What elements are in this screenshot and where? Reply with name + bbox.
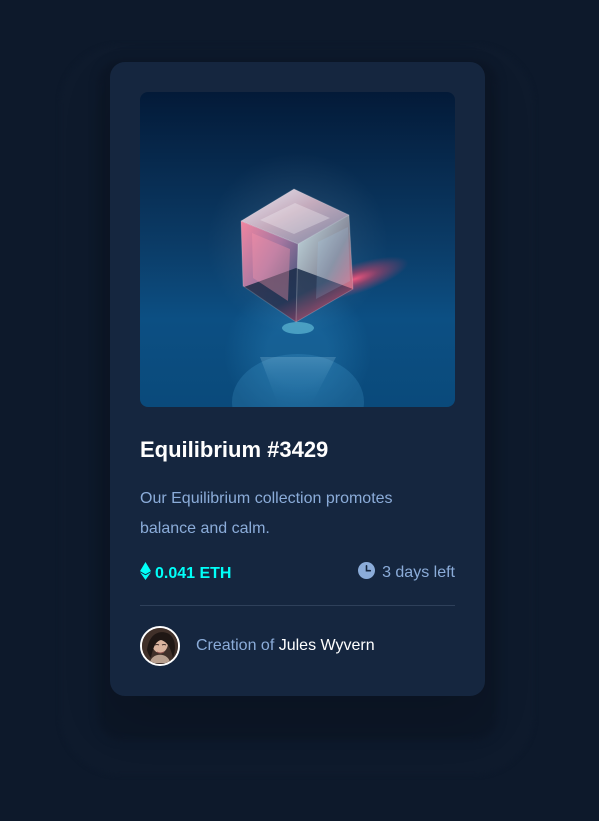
nft-meta: 0.041 ETH 3 days left xyxy=(140,562,455,586)
divider xyxy=(140,605,455,606)
nft-card: Equilibrium #3429 Our Equilibrium collec… xyxy=(110,62,485,696)
time-left: 3 days left xyxy=(358,562,455,584)
creator-row: Creation of Jules Wyvern xyxy=(140,626,375,666)
time-left-label: 3 days left xyxy=(382,564,455,581)
price-value: 0.041 ETH xyxy=(155,564,232,582)
creator-text: Creation of Jules Wyvern xyxy=(196,637,375,655)
clock-icon xyxy=(358,562,376,584)
equilibrium-image[interactable] xyxy=(140,92,455,407)
price: 0.041 ETH xyxy=(140,562,231,585)
ethereum-icon xyxy=(140,562,151,585)
nft-title[interactable]: Equilibrium #3429 xyxy=(140,434,455,466)
avatar xyxy=(140,626,180,666)
creator-prefix: Creation of xyxy=(196,637,275,654)
nft-description: Our Equilibrium collection promotes bala… xyxy=(140,490,393,537)
creator-name-link[interactable]: Jules Wyvern xyxy=(279,637,375,654)
